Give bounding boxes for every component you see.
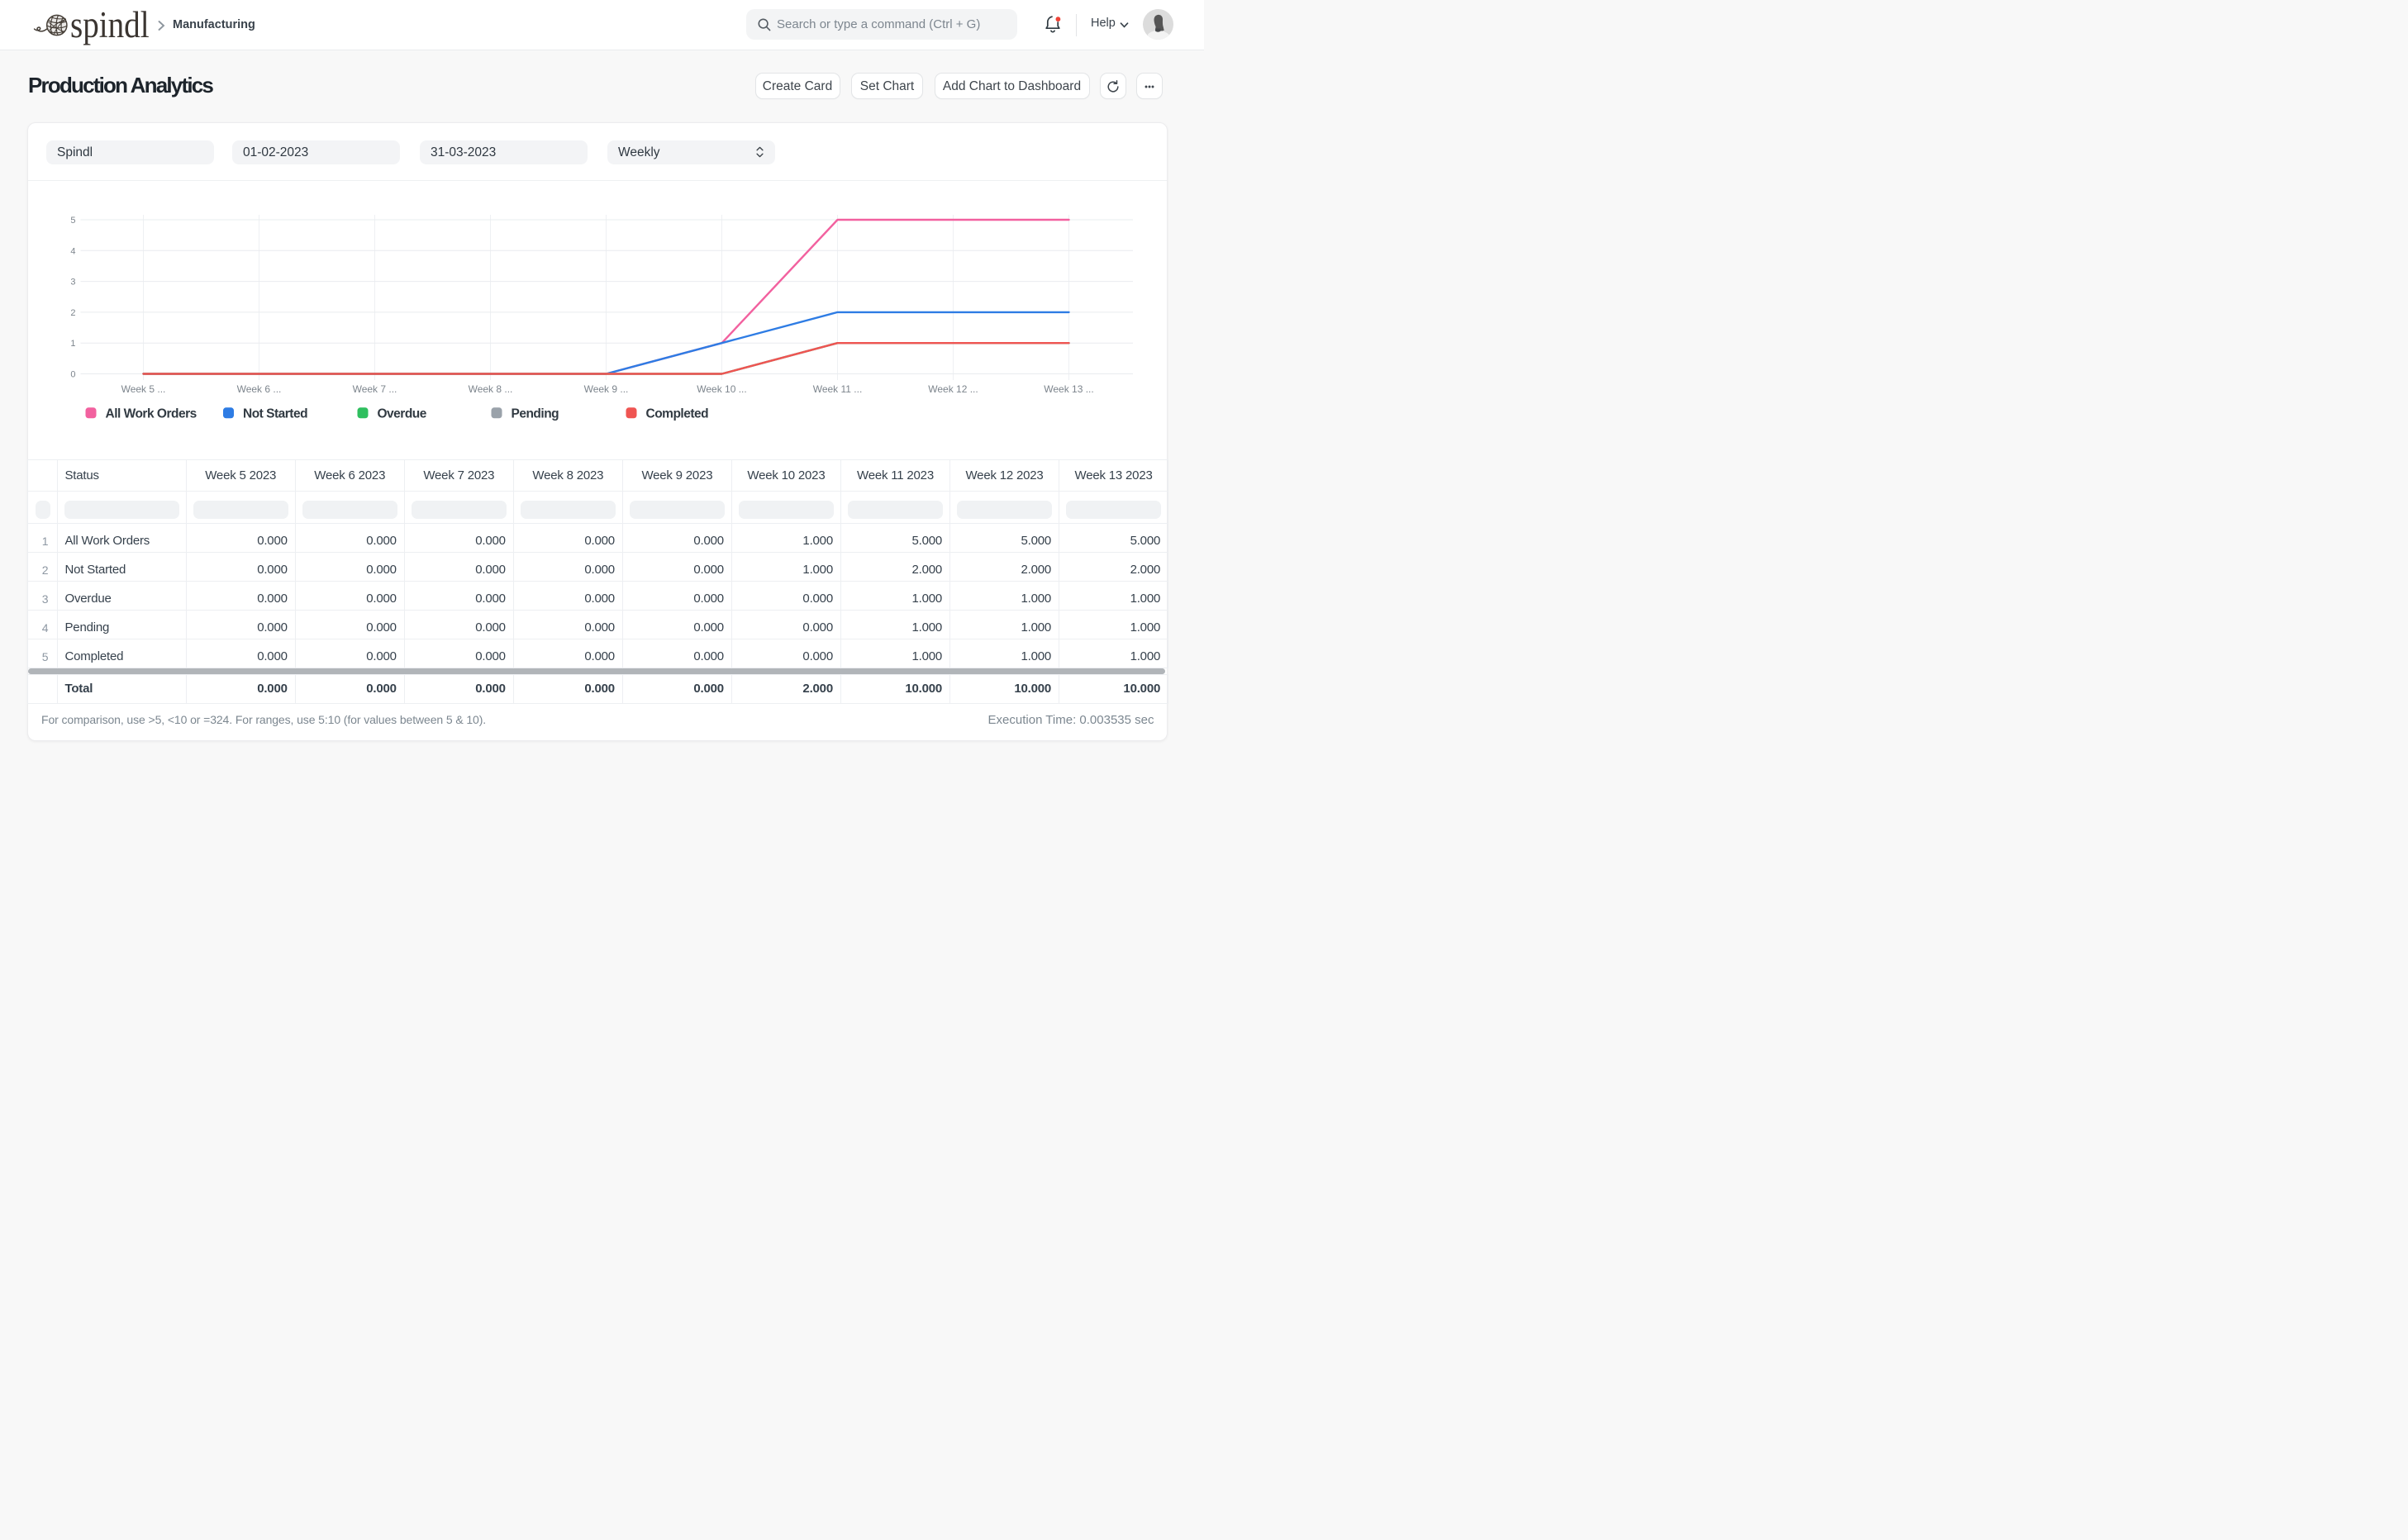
svg-text:5: 5 bbox=[70, 216, 75, 226]
svg-text:Week 9 ...: Week 9 ... bbox=[584, 383, 629, 395]
svg-text:Week 7 ...: Week 7 ... bbox=[353, 383, 397, 395]
svg-text:Week 13 ...: Week 13 ... bbox=[1044, 383, 1093, 395]
svg-text:4: 4 bbox=[70, 246, 75, 256]
svg-text:Week 5 ...: Week 5 ... bbox=[121, 383, 166, 395]
svg-text:Completed: Completed bbox=[646, 407, 709, 421]
svg-text:Week 11 ...: Week 11 ... bbox=[813, 383, 863, 395]
svg-text:Not Started: Not Started bbox=[243, 407, 307, 421]
svg-text:1: 1 bbox=[70, 339, 75, 349]
svg-text:All Work Orders: All Work Orders bbox=[106, 407, 197, 421]
svg-text:3: 3 bbox=[70, 278, 75, 288]
svg-text:2: 2 bbox=[70, 308, 75, 318]
svg-text:Pending: Pending bbox=[512, 407, 559, 421]
svg-text:Week 6 ...: Week 6 ... bbox=[237, 383, 282, 395]
svg-text:Week 12 ...: Week 12 ... bbox=[928, 383, 978, 395]
svg-text:Week 8 ...: Week 8 ... bbox=[469, 383, 513, 395]
svg-text:spindl: spindl bbox=[70, 4, 150, 46]
svg-text:Week 10 ...: Week 10 ... bbox=[697, 383, 746, 395]
svg-text:Overdue: Overdue bbox=[378, 407, 427, 421]
svg-text:0: 0 bbox=[70, 370, 75, 380]
